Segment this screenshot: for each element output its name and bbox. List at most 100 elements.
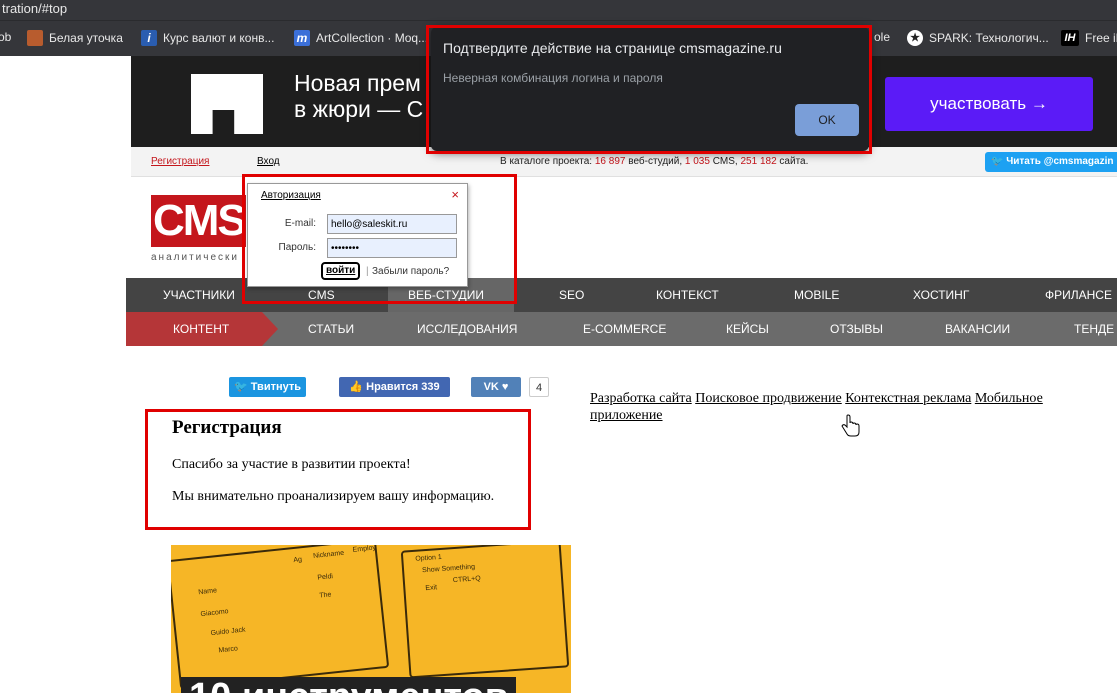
ok-button[interactable]: OK [795,104,859,136]
page-gutter [0,56,130,693]
ih-icon: IH [1061,30,1079,46]
nav-item-vacancies[interactable]: Вакансии [945,312,1010,346]
vk-like-count: 4 [529,377,549,397]
bookmark-free-ip[interactable]: IH Free iP [1061,30,1117,46]
cms-logo[interactable]: CMS [151,195,246,247]
sketch-label: Ag [293,556,303,565]
nav-item-hosting[interactable]: Хостинг [913,278,969,312]
nav-item-research[interactable]: Исследования [417,312,517,346]
logo-subtitle: аналитически [151,252,239,263]
sites-count: 251 182 [740,156,777,167]
login-submit-button[interactable]: войти [321,262,361,280]
sketch-label: Employ [352,545,377,554]
nav-item-tenders[interactable]: Тенде [1074,312,1114,346]
duck-icon [27,30,43,46]
banner-line-2: в жюри — С [294,96,424,122]
nav-item-mobile[interactable]: Mobile [794,278,839,312]
wireframe-menu-sketch: Option 1 Show Something CTRL+Q Exit [400,545,570,679]
register-link[interactable]: Регистрация [151,156,209,167]
banner-line-1: Новая прем [294,70,421,96]
nav-item-seo[interactable]: SEO [559,278,584,312]
sketch-label: Guido Jack [210,626,246,638]
nav-item-reviews[interactable]: Отзывы [830,312,883,346]
bookmark-label: ob [0,30,12,44]
sketch-label: Giacomo [200,608,229,619]
twitter-follow-button[interactable]: 🐦 Читать @cmsmagazin [985,152,1117,172]
nav-item-context[interactable]: Контекст [656,278,719,312]
bookmark-label: SPARK: Технологич... [929,31,1049,45]
nav-item-participants[interactable]: Участники [163,278,235,312]
facebook-like-button[interactable]: 👍 Нравится 339 [339,377,450,397]
link-site-development[interactable]: Разработка сайта [590,391,692,406]
bookmark-label: ArtCollection · Moq... [316,31,429,45]
thumbs-up-icon: 👍 [349,381,364,393]
password-label: Пароль: [278,242,316,253]
bookmark-label: Белая уточка [49,31,123,45]
sketch-label: The [318,591,332,600]
email-field[interactable] [327,214,457,234]
vk-logo-icon: VK [483,381,499,393]
sketch-label: Name [197,587,218,597]
close-icon[interactable]: × [451,187,459,202]
sketch-label: Nickname [312,549,345,560]
hand-cursor-icon [841,414,860,437]
auth-popup-title: Авторизация [261,190,321,201]
twitter-follow-label: Читать @cmsmagazin [1006,156,1114,167]
forgot-password-link[interactable]: Забыли пароль? [372,266,449,277]
sketch-label: Peldi [317,573,334,582]
separator: | [366,266,369,277]
page-title: Регистрация [172,417,282,438]
p1-logo-icon [191,74,263,134]
bookmark-spark[interactable]: ★ SPARK: Технологич... [907,30,1049,46]
top-info-bar: Регистрация Вход В каталоге проекта: 16 … [131,147,1117,177]
sketch-label: CTRL+Q [452,575,481,585]
nav-item-freelance[interactable]: Фрилансе [1045,278,1112,312]
m-icon: m [294,30,310,46]
fb-like-label: Нравится 339 [366,381,440,393]
star-circle-icon: ★ [907,30,923,46]
bookmark-artcollection[interactable]: m ArtCollection · Moq... [294,30,428,46]
auth-popup: Авторизация × E-mail: Пароль: войти | За… [247,183,468,287]
heart-icon: ♥ [501,381,509,393]
banner-text: Новая прем в жюри — С [294,70,423,122]
sketch-label: Exit [425,584,438,593]
participate-button[interactable]: участвовать → [885,77,1093,131]
bookmark-partial-ole[interactable]: ole [874,30,890,44]
thanks-text: Спасибо за участие в развитии проекта! [172,457,411,472]
twitter-bird-icon: 🐦 [991,156,1004,167]
bookmark-belaya-utochka[interactable]: Белая уточка [27,30,123,46]
password-field[interactable] [327,238,457,258]
studios-count: 16 897 [594,156,626,167]
link-context-ads[interactable]: Контекстная реклама [845,391,971,406]
promo-article-image[interactable]: Name Ag Nickname Employ Giacomo Guido Ja… [171,545,571,693]
tweet-button[interactable]: 🐦 Твитнуть [229,377,306,397]
cms-label: CMS, [709,156,741,167]
tweet-label: Твитнуть [250,381,302,393]
nav-item-ecommerce[interactable]: E-commerce [583,312,666,346]
email-label: E-mail: [284,218,316,229]
bookmark-partial-left[interactable]: ob [0,30,11,44]
secondary-nav: Контент Статьи Исследования E-commerce К… [126,312,1117,346]
url-text: tration/#top [2,1,68,16]
bookmark-kurs-valyut[interactable]: i Курс валют и конв... [141,30,274,46]
sketch-label: Show Something [421,563,476,575]
cms-count: 1 035 [684,156,710,167]
info-icon: i [141,30,157,46]
vk-like-button[interactable]: VK ♥ [471,377,521,397]
nav-item-articles[interactable]: Статьи [308,312,354,346]
info-text: Мы внимательно проанализируем вашу инфор… [172,489,495,504]
catalog-prefix: В каталоге проекта: [500,156,595,167]
catalog-stats: В каталоге проекта: 16 897 веб-студий, 1… [500,156,808,167]
wireframe-table-sketch: Name Ag Nickname Employ Giacomo Guido Ja… [171,545,390,690]
dialog-message: Неверная комбинация логина и пароля [443,71,663,85]
nav-item-content[interactable]: Контент [173,312,229,346]
link-seo-promotion[interactable]: Поисковое продвижение [695,391,842,406]
bookmark-label: Курс валют и конв... [163,31,275,45]
sketch-label: Option 1 [415,553,443,563]
registration-message: Регистрация Спасибо за участие в развити… [172,417,494,505]
login-link[interactable]: Вход [257,156,280,167]
nav-item-cases[interactable]: Кейсы [726,312,769,346]
address-bar[interactable]: tration/#top [0,0,1117,20]
promo-title: 10 инструментов [181,677,517,693]
sites-label: сайта. [776,156,809,167]
